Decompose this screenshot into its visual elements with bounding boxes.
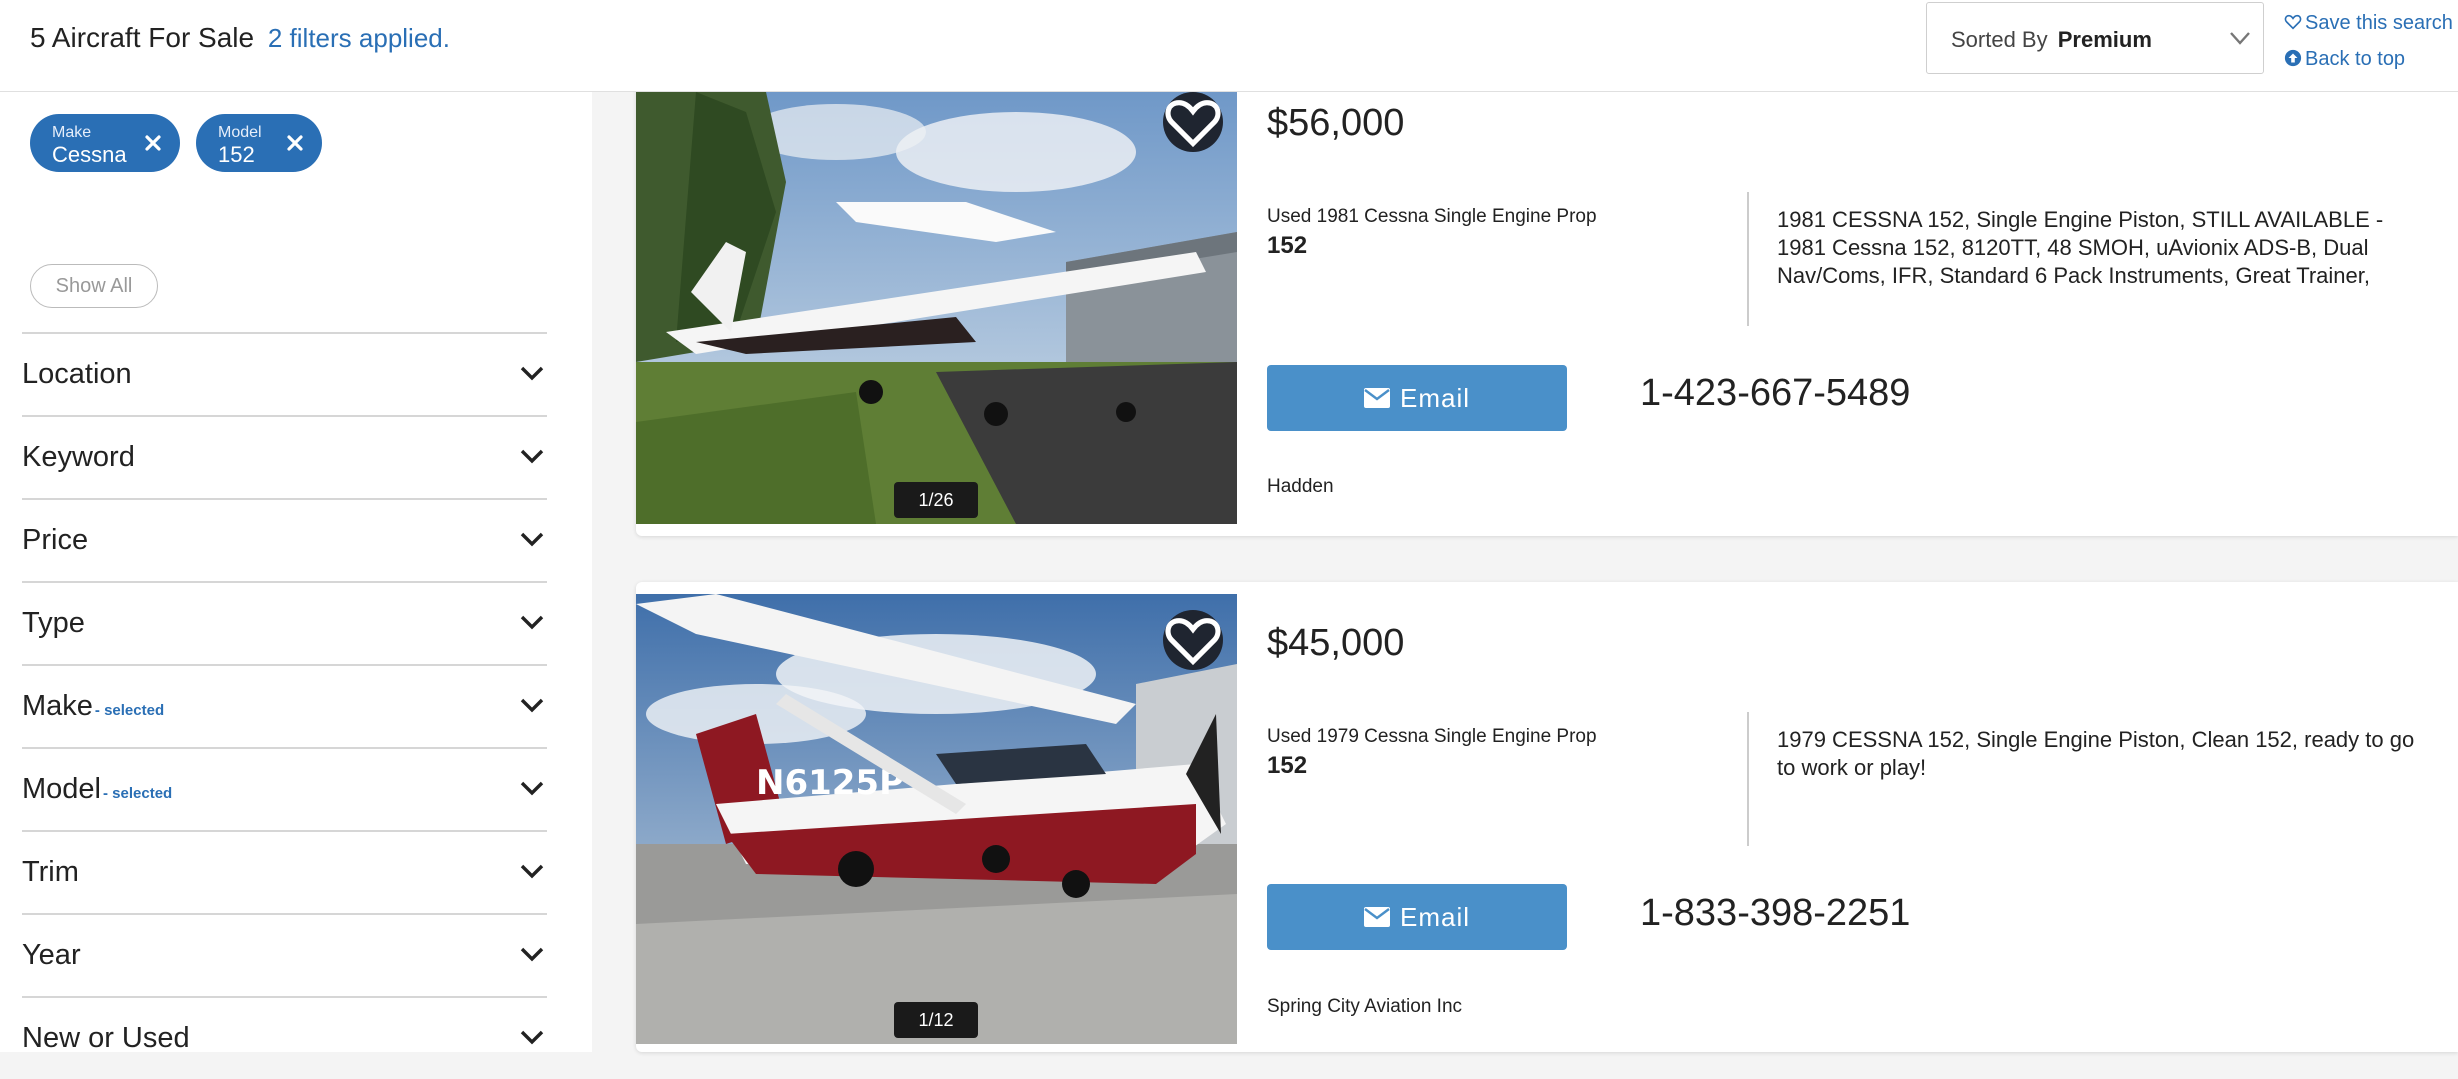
- facet-label: Model - selected: [22, 773, 173, 805]
- filter-sidebar: Make Cessna Model 152 Show All Location …: [0, 92, 592, 1054]
- facet-selected-indicator: - selected: [103, 785, 173, 802]
- listing-subtitle[interactable]: Used 1979 Cessna Single Engine Prop: [1267, 726, 1597, 748]
- facet-location[interactable]: Location: [22, 332, 547, 415]
- facet-new-or-used[interactable]: New or Used: [22, 996, 547, 1079]
- chevron-down-icon: [520, 615, 544, 630]
- chevron-down-icon: [2230, 32, 2250, 45]
- seller-phone[interactable]: 1-423-667-5489: [1640, 372, 1910, 415]
- facet-label: Trim: [22, 856, 79, 888]
- listing-description[interactable]: 1979 CESSNA 152, Single Engine Piston, C…: [1777, 726, 2437, 786]
- sort-dropdown[interactable]: Sorted By Premium: [1926, 2, 2264, 74]
- show-all-button[interactable]: Show All: [30, 264, 158, 308]
- photo-counter: 1/26: [894, 482, 978, 518]
- sort-label: Sorted By Premium: [1951, 27, 2152, 53]
- favorite-heart-icon: [1165, 618, 1221, 666]
- filter-chip-make[interactable]: Make Cessna: [30, 114, 180, 172]
- facet-label: Type: [22, 607, 85, 639]
- chevron-down-icon: [520, 864, 544, 879]
- email-seller-button[interactable]: Email: [1267, 365, 1567, 431]
- filter-chip-model[interactable]: Model 152: [196, 114, 322, 172]
- chevron-down-icon: [520, 781, 544, 796]
- facet-price[interactable]: Price: [22, 498, 547, 581]
- favorite-button[interactable]: [1163, 92, 1223, 152]
- listing-card[interactable]: 1/26 $56,000 Used 1981 Cessna Single Eng…: [636, 40, 2458, 536]
- aircraft-photo: N6125P: [636, 594, 1237, 1044]
- email-label: Email: [1399, 382, 1470, 413]
- heart-outline-icon: [2284, 14, 2302, 30]
- email-label: Email: [1399, 901, 1470, 932]
- close-icon[interactable]: [144, 134, 162, 152]
- facet-make[interactable]: Make - selected: [22, 664, 547, 747]
- close-icon[interactable]: [286, 134, 304, 152]
- results-count: 5 Aircraft For Sale: [30, 22, 255, 53]
- save-search-label: Save this search: [2305, 12, 2453, 34]
- listing-price[interactable]: $45,000: [1267, 622, 1404, 665]
- chevron-down-icon: [520, 1030, 544, 1045]
- chevron-down-icon: [520, 698, 544, 713]
- divider: [1747, 712, 1749, 846]
- chevron-down-icon: [520, 947, 544, 962]
- save-search-link[interactable]: Save this search: [2284, 12, 2453, 35]
- filters-applied-link[interactable]: 2 filters applied.: [268, 23, 450, 53]
- facet-trim[interactable]: Trim: [22, 830, 547, 913]
- listing-photo[interactable]: N6125P 1/12: [636, 594, 1237, 1044]
- favorite-heart-icon: [1165, 100, 1221, 148]
- listing-photo[interactable]: 1/26: [636, 92, 1237, 524]
- divider: [1747, 192, 1749, 326]
- chevron-down-icon: [520, 532, 544, 547]
- back-to-top-link[interactable]: Back to top: [2284, 48, 2405, 71]
- facet-keyword[interactable]: Keyword: [22, 415, 547, 498]
- facet-label: New or Used: [22, 1022, 190, 1054]
- facet-label: Location: [22, 358, 132, 390]
- seller-name[interactable]: Hadden: [1267, 476, 1334, 498]
- chevron-down-icon: [520, 449, 544, 464]
- favorite-button[interactable]: [1163, 610, 1223, 670]
- facet-type[interactable]: Type: [22, 581, 547, 664]
- sort-value: Premium: [2057, 27, 2152, 52]
- listing-card[interactable]: N6125P 1/12 $45,000 Used 1979 Cessna Sin…: [636, 582, 2458, 1052]
- seller-name[interactable]: Spring City Aviation Inc: [1267, 996, 1462, 1018]
- listing-subtitle[interactable]: Used 1981 Cessna Single Engine Prop: [1267, 206, 1597, 228]
- listing-description[interactable]: 1981 CESSNA 152, Single Engine Piston, S…: [1777, 206, 2437, 290]
- seller-phone[interactable]: 1-833-398-2251: [1640, 892, 1910, 935]
- facet-year[interactable]: Year: [22, 913, 547, 996]
- back-to-top-label: Back to top: [2305, 48, 2406, 70]
- aircraft-photo: [636, 92, 1237, 524]
- chip-label: Make: [52, 124, 92, 141]
- facet-label: Year: [22, 939, 81, 971]
- chip-value: Cessna: [52, 142, 127, 167]
- facet-selected-indicator: - selected: [94, 702, 165, 719]
- chevron-down-icon: [520, 366, 544, 381]
- listing-model[interactable]: 152: [1267, 232, 1307, 260]
- facet-model[interactable]: Model - selected: [22, 747, 547, 830]
- listing-price[interactable]: $56,000: [1267, 102, 1404, 145]
- chip-label: Model: [218, 124, 262, 141]
- results-header: 5 Aircraft For Sale 2 filters applied. S…: [0, 0, 2458, 92]
- photo-counter: 1/12: [894, 1002, 978, 1038]
- envelope-icon: [1363, 388, 1390, 408]
- circle-up-arrow-icon: [2284, 49, 2302, 67]
- email-seller-button[interactable]: Email: [1267, 884, 1567, 950]
- facet-label: Price: [22, 524, 89, 556]
- results-title: 5 Aircraft For Sale 2 filters applied.: [30, 22, 450, 54]
- listing-model[interactable]: 152: [1267, 752, 1307, 780]
- facet-label: Keyword: [22, 441, 135, 473]
- envelope-icon: [1363, 907, 1390, 927]
- facet-label: Make - selected: [22, 690, 165, 722]
- chip-value: 152: [218, 142, 255, 167]
- sort-label-text: Sorted By: [1951, 27, 2048, 52]
- tail-number: N6125P: [756, 763, 904, 803]
